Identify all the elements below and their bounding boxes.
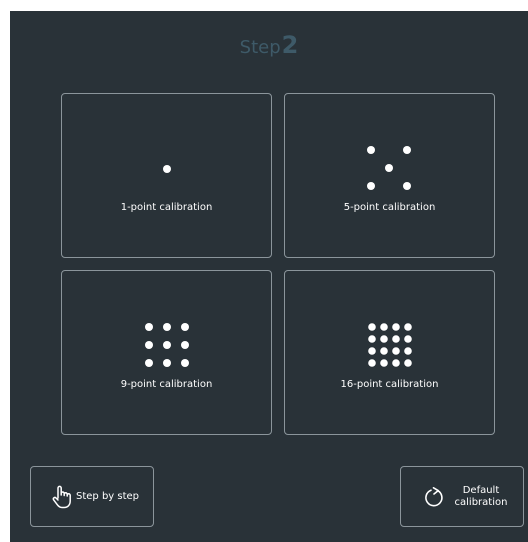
- option-label: 1-point calibration: [120, 202, 213, 213]
- option-1-point-calibration[interactable]: 1-point calibration: [61, 93, 272, 258]
- step-by-step-label: Step by step: [76, 491, 140, 502]
- calibration-window: Step2 1-point calibration 5-point calibr…: [10, 11, 528, 542]
- title-word: Step: [239, 37, 281, 58]
- option-label: 5-point calibration: [343, 202, 436, 213]
- option-9-point-calibration[interactable]: 9-point calibration: [61, 270, 272, 435]
- default-calibration-button[interactable]: Default calibration: [400, 466, 524, 527]
- step-by-step-button[interactable]: Step by step: [30, 466, 154, 527]
- 16-point-pattern-icon: [368, 323, 412, 367]
- title-number: 2: [281, 31, 299, 59]
- page-title: Step2: [10, 33, 528, 60]
- option-16-point-calibration[interactable]: 16-point calibration: [284, 270, 495, 435]
- 5-point-pattern-icon: [367, 146, 411, 190]
- option-5-point-calibration[interactable]: 5-point calibration: [284, 93, 495, 258]
- option-label: 9-point calibration: [120, 379, 213, 390]
- 9-point-pattern-icon: [145, 323, 189, 367]
- 1-point-pattern-icon: [163, 165, 171, 173]
- hand-pointer-icon: [52, 485, 71, 509]
- reset-arrow-icon: [425, 487, 443, 507]
- default-label-line2: calibration: [454, 497, 508, 508]
- option-label: 16-point calibration: [340, 379, 439, 390]
- default-label-line1: Default: [462, 485, 500, 496]
